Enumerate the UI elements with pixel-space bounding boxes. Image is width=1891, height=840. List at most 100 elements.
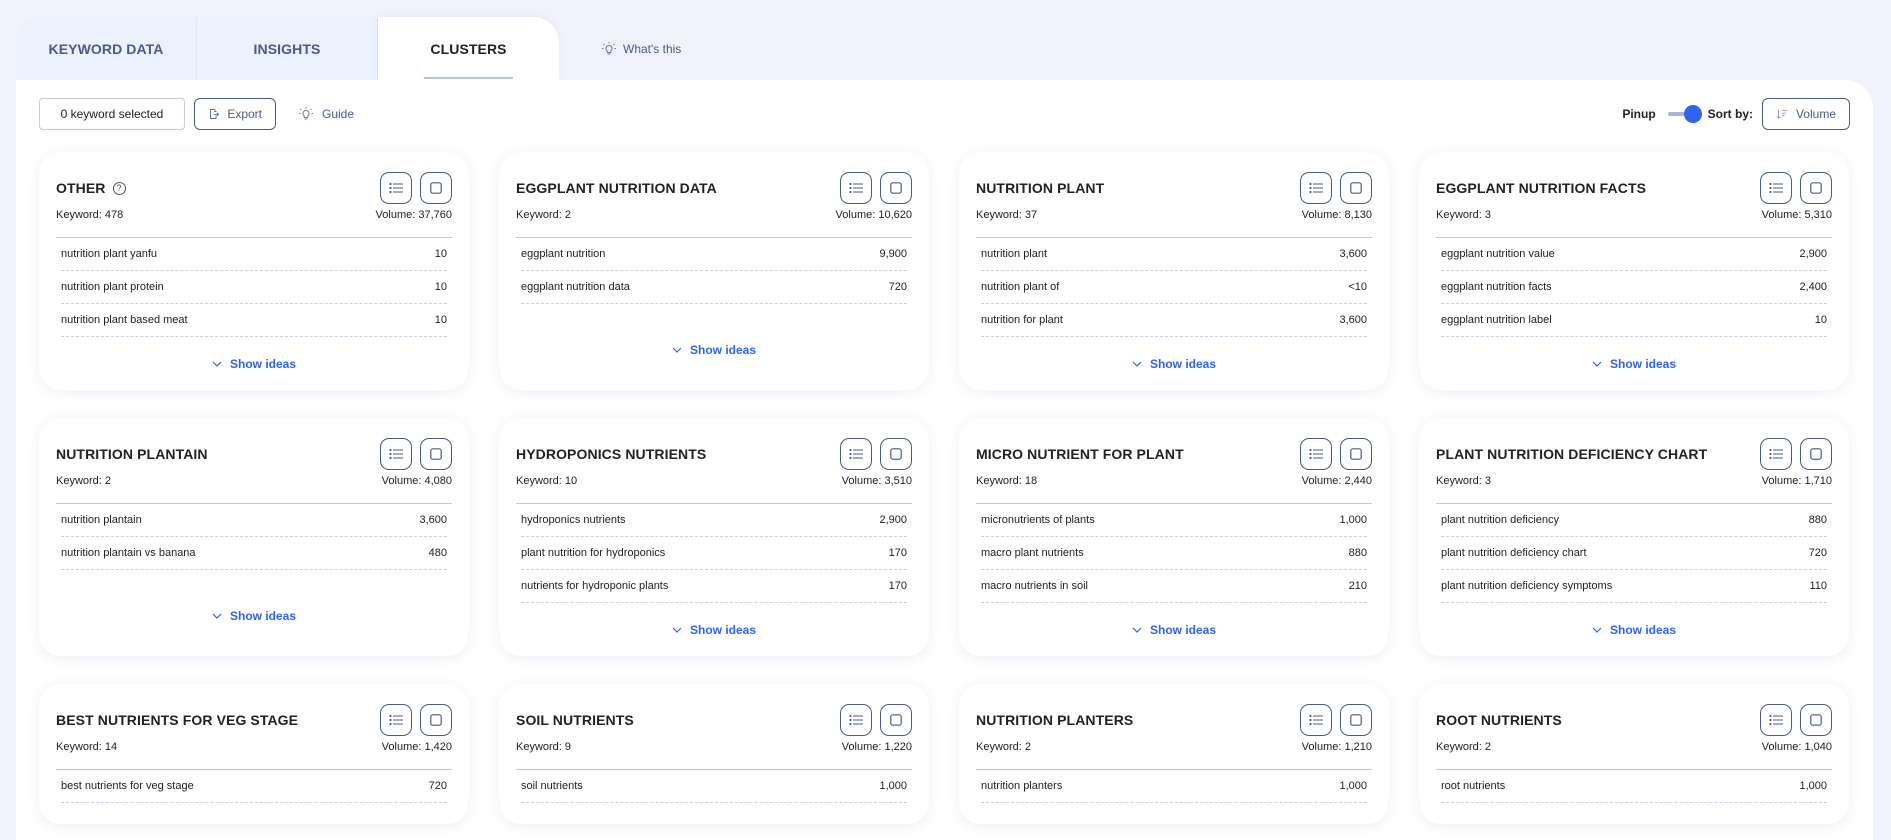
keyword-row[interactable]: nutrition for plant 3,600 <box>981 304 1367 337</box>
cluster-meta: Keyword: 2 Volume: 4,080 <box>56 475 452 491</box>
select-checkbox[interactable] <box>1800 438 1832 470</box>
keyword-row[interactable]: eggplant nutrition data 720 <box>521 271 907 304</box>
keyword-list: eggplant nutrition 9,900 eggplant nutritio… <box>516 238 912 304</box>
show-ideas-button[interactable]: Show ideas <box>516 623 912 637</box>
keyword-row[interactable]: macro plant nutrients 880 <box>981 537 1367 570</box>
keyword-count: Keyword: 2 <box>1436 741 1492 753</box>
card-header: ROOT NUTRIENTS <box>1436 704 1832 736</box>
tab-clusters[interactable]: CLUSTERS <box>378 17 559 80</box>
whats-this-link[interactable]: What's this <box>559 17 681 80</box>
keyword-row[interactable]: plant nutrition deficiency symptoms 110 <box>1441 570 1827 603</box>
show-ideas-button[interactable]: Show ideas <box>56 609 452 642</box>
keyword-row[interactable]: eggplant nutrition value 2,900 <box>1441 238 1827 271</box>
keyword-row[interactable]: nutrition plant based meat 10 <box>61 304 447 337</box>
select-checkbox[interactable] <box>1340 172 1372 204</box>
tab-keyword-data[interactable]: KEYWORD DATA <box>16 17 197 80</box>
volume-total: Volume: 4,080 <box>381 475 452 487</box>
show-ideas-button[interactable]: Show ideas <box>56 357 452 371</box>
guide-label: Guide <box>322 106 355 121</box>
keyword-row[interactable]: eggplant nutrition label 10 <box>1441 304 1827 337</box>
view-list-button[interactable] <box>1300 704 1332 736</box>
show-ideas-button[interactable]: Show ideas <box>516 343 912 376</box>
view-list-button[interactable] <box>1300 172 1332 204</box>
keyword-count: Keyword: 14 <box>56 741 118 753</box>
view-list-button[interactable] <box>840 704 872 736</box>
keyword-row[interactable]: plant nutrition deficiency chart 720 <box>1441 537 1827 570</box>
keyword-row[interactable]: nutrition plant of <10 <box>981 271 1367 304</box>
keyword-list: micronutrients of plants 1,000 macro plant… <box>976 504 1372 603</box>
keyword-row[interactable]: nutrition plantain 3,600 <box>61 504 447 537</box>
cluster-meta: Keyword: 2 Volume: 1,210 <box>976 741 1372 757</box>
list-icon <box>1769 448 1783 460</box>
card-header: HYDROPONICS NUTRIENTS <box>516 438 912 470</box>
cluster-grid: OTHER ? Keyword: 478 Volume: 37,760 nutr… <box>39 152 1850 824</box>
keyword-row[interactable]: nutrients for hydroponic plants 170 <box>521 570 907 603</box>
keyword-row[interactable]: nutrition planters 1,000 <box>981 770 1367 803</box>
checkbox-icon <box>1810 182 1822 194</box>
view-list-button[interactable] <box>840 438 872 470</box>
tab-insights[interactable]: INSIGHTS <box>197 17 378 80</box>
pinup-toggle[interactable] <box>1667 104 1702 123</box>
guide-link[interactable]: Guide <box>298 106 354 122</box>
view-list-button[interactable] <box>840 172 872 204</box>
export-button[interactable]: Export <box>194 97 276 130</box>
show-ideas-button[interactable]: Show ideas <box>976 357 1372 371</box>
select-checkbox[interactable] <box>1340 704 1372 736</box>
help-icon[interactable]: ? <box>112 181 126 195</box>
view-list-button[interactable] <box>1760 172 1792 204</box>
keyword-row[interactable]: root nutrients 1,000 <box>1441 770 1827 803</box>
view-list-button[interactable] <box>380 172 412 204</box>
sort-volume-button[interactable]: Volume <box>1762 97 1850 130</box>
keyword-list: nutrition plant yanfu 10 nutrition plant p… <box>56 238 452 337</box>
keyword-row[interactable]: hydroponics nutrients 2,900 <box>521 504 907 537</box>
keyword-volume: 9,900 <box>879 248 907 260</box>
checkbox-icon <box>1810 448 1822 460</box>
keyword-volume: <10 <box>1348 281 1367 293</box>
keyword-volume: 720 <box>1808 547 1827 559</box>
select-checkbox[interactable] <box>420 704 452 736</box>
keyword-volume: 10 <box>434 281 447 293</box>
show-ideas-label: Show ideas <box>689 623 757 637</box>
view-list-button[interactable] <box>380 438 412 470</box>
select-checkbox[interactable] <box>420 438 452 470</box>
select-checkbox[interactable] <box>880 438 912 470</box>
keyword-text: eggplant nutrition label <box>1441 314 1552 326</box>
keyword-volume: 3,600 <box>1339 314 1367 326</box>
keyword-row[interactable]: plant nutrition deficiency 880 <box>1441 504 1827 537</box>
cluster-meta: Keyword: 37 Volume: 8,130 <box>976 209 1372 225</box>
card-actions <box>1300 704 1372 736</box>
show-ideas-button[interactable]: Show ideas <box>1436 623 1832 637</box>
keyword-row[interactable]: plant nutrition for hydroponics 170 <box>521 537 907 570</box>
view-list-button[interactable] <box>1760 704 1792 736</box>
keyword-row[interactable]: eggplant nutrition 9,900 <box>521 238 907 271</box>
show-ideas-button[interactable]: Show ideas <box>976 623 1372 637</box>
select-checkbox[interactable] <box>1800 172 1832 204</box>
checkbox-icon <box>1350 448 1362 460</box>
list-icon <box>389 182 403 194</box>
keyword-row[interactable]: nutrition plant protein 10 <box>61 271 447 304</box>
keyword-volume: 10 <box>434 248 447 260</box>
keyword-row[interactable]: nutrition plantain vs banana 480 <box>61 537 447 570</box>
keyword-row[interactable]: nutrition plant yanfu 10 <box>61 238 447 271</box>
keyword-row[interactable]: macro nutrients in soil 210 <box>981 570 1367 603</box>
keyword-count: Keyword: 3 <box>1436 209 1492 221</box>
keyword-row[interactable]: nutrition plant 3,600 <box>981 238 1367 271</box>
select-checkbox[interactable] <box>1800 704 1832 736</box>
show-ideas-button[interactable]: Show ideas <box>1436 357 1832 371</box>
keyword-row[interactable]: eggplant nutrition facts 2,400 <box>1441 271 1827 304</box>
view-list-button[interactable] <box>380 704 412 736</box>
keyword-row[interactable]: micronutrients of plants 1,000 <box>981 504 1367 537</box>
keyword-row[interactable]: best nutrients for veg stage 720 <box>61 770 447 803</box>
keyword-volume: 720 <box>428 780 447 792</box>
view-list-button[interactable] <box>1760 438 1792 470</box>
select-checkbox[interactable] <box>880 704 912 736</box>
select-checkbox[interactable] <box>880 172 912 204</box>
card-actions <box>380 438 452 470</box>
keyword-text: plant nutrition deficiency symptoms <box>1441 580 1613 592</box>
keyword-list: best nutrients for veg stage 720 <box>56 770 452 803</box>
lightbulb-icon <box>299 106 313 119</box>
select-checkbox[interactable] <box>1340 438 1372 470</box>
view-list-button[interactable] <box>1300 438 1332 470</box>
select-checkbox[interactable] <box>420 172 452 204</box>
keyword-row[interactable]: soil nutrients 1,000 <box>521 770 907 803</box>
